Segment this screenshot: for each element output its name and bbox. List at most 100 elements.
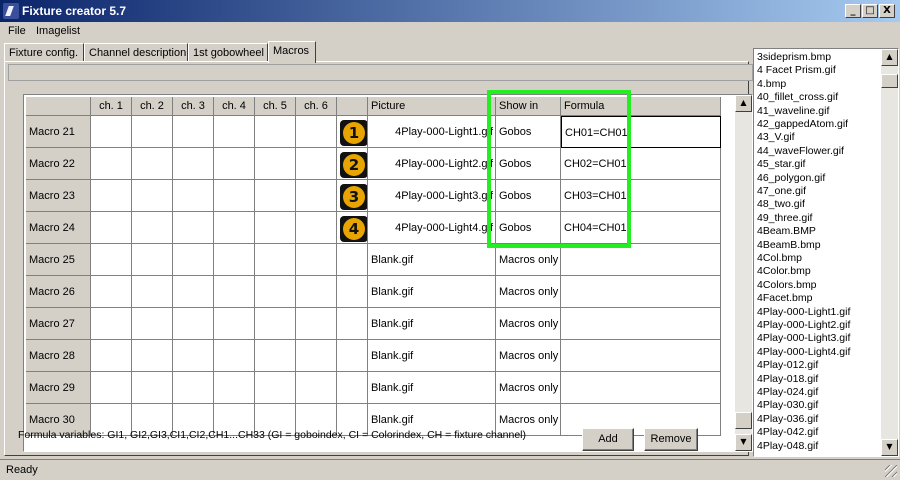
channel-cell[interactable] <box>214 308 255 340</box>
picture-cell[interactable]: 4Play-000-Light4.gif <box>368 212 496 244</box>
macro-badge-cell[interactable] <box>337 244 368 276</box>
add-button[interactable]: Add <box>582 428 634 451</box>
remove-button[interactable]: Remove <box>644 428 698 451</box>
show-in-cell[interactable]: Macros only <box>496 372 561 404</box>
show-in-cell[interactable]: Gobos <box>496 180 561 212</box>
grid-scrollbar[interactable]: ▲ ▼ <box>735 95 752 451</box>
channel-cell[interactable] <box>296 244 337 276</box>
imagelist-item[interactable]: 49_three.gif <box>757 212 812 225</box>
formula-cell[interactable]: CH04=CH01 <box>561 212 721 244</box>
channel-cell[interactable] <box>255 180 296 212</box>
channel-cell[interactable] <box>255 276 296 308</box>
list-scroll-up-button[interactable]: ▲ <box>881 49 898 66</box>
channel-cell[interactable] <box>214 340 255 372</box>
imagelist-item[interactable]: 45_star.gif <box>757 158 805 171</box>
picture-cell[interactable]: Blank.gif <box>368 340 496 372</box>
picture-cell[interactable]: Blank.gif <box>368 308 496 340</box>
imagelist-item[interactable]: 44_waveFlower.gif <box>757 145 844 158</box>
imagelist-item[interactable]: 4Play-000-Light3.gif <box>757 332 850 345</box>
resize-grip[interactable] <box>885 465 897 477</box>
show-in-cell[interactable]: Gobos <box>496 212 561 244</box>
scroll-down-button[interactable]: ▼ <box>735 434 752 451</box>
imagelist-item[interactable]: 4Play-012.gif <box>757 359 818 372</box>
imagelist-item[interactable]: 40_fillet_cross.gif <box>757 91 838 104</box>
channel-cell[interactable] <box>91 116 132 148</box>
channel-cell[interactable] <box>132 116 173 148</box>
channel-cell[interactable] <box>132 212 173 244</box>
imagelist-item[interactable]: 4Play-048.gif <box>757 440 818 453</box>
channel-cell[interactable] <box>91 340 132 372</box>
imagelist-item[interactable]: 4.bmp <box>757 78 786 91</box>
tab-1st-gobowheel[interactable]: 1st gobowheel <box>188 43 268 62</box>
channel-cell[interactable] <box>296 148 337 180</box>
channel-cell[interactable] <box>255 116 296 148</box>
imagelist-scrollbar[interactable]: ▲ ▼ <box>881 49 898 456</box>
channel-cell[interactable] <box>132 340 173 372</box>
scroll-thumb[interactable] <box>735 412 752 429</box>
imagelist-item[interactable]: 4 Facet Prism.gif <box>757 64 836 77</box>
macro-badge-cell[interactable] <box>337 340 368 372</box>
channel-cell[interactable] <box>173 180 214 212</box>
picture-cell[interactable]: Blank.gif <box>368 372 496 404</box>
imagelist-item[interactable]: 43_V.gif <box>757 131 795 144</box>
imagelist-listbox[interactable]: 3sideprism.bmp 4 Facet Prism.gif 4.bmp 40_f… <box>753 48 899 457</box>
channel-cell[interactable] <box>91 180 132 212</box>
channel-cell[interactable] <box>255 372 296 404</box>
imagelist-item[interactable]: 4Play-030.gif <box>757 399 818 412</box>
channel-cell[interactable] <box>91 308 132 340</box>
channel-cell[interactable] <box>296 340 337 372</box>
list-scroll-thumb[interactable] <box>881 74 898 88</box>
formula-cell[interactable] <box>561 276 721 308</box>
imagelist-item[interactable]: 4Color.bmp <box>757 265 811 278</box>
imagelist-item[interactable]: 41_waveline.gif <box>757 105 829 118</box>
channel-cell[interactable] <box>296 308 337 340</box>
channel-cell[interactable] <box>296 212 337 244</box>
channel-cell[interactable] <box>255 340 296 372</box>
show-in-cell[interactable]: Gobos <box>496 116 561 148</box>
channel-cell[interactable] <box>214 276 255 308</box>
channel-cell[interactable] <box>132 180 173 212</box>
channel-cell[interactable] <box>132 308 173 340</box>
macro-badge-cell[interactable]: 4 <box>337 212 368 244</box>
channel-cell[interactable] <box>132 244 173 276</box>
channel-cell[interactable] <box>214 372 255 404</box>
channel-cell[interactable] <box>296 180 337 212</box>
channel-cell[interactable] <box>214 148 255 180</box>
channel-cell[interactable] <box>91 372 132 404</box>
imagelist-item[interactable]: 4Col.bmp <box>757 252 802 265</box>
macro-badge-cell[interactable]: 1 <box>337 116 368 148</box>
show-in-cell[interactable]: Macros only <box>496 308 561 340</box>
channel-cell[interactable] <box>255 148 296 180</box>
close-button[interactable]: X <box>879 4 895 18</box>
formula-cell[interactable] <box>561 372 721 404</box>
channel-cell[interactable] <box>173 148 214 180</box>
show-in-cell[interactable]: Macros only <box>496 340 561 372</box>
formula-cell[interactable]: CH01=CH01 <box>561 116 721 148</box>
formula-cell[interactable]: CH03=CH01 <box>561 180 721 212</box>
channel-cell[interactable] <box>173 372 214 404</box>
channel-cell[interactable] <box>132 148 173 180</box>
channel-cell[interactable] <box>255 308 296 340</box>
show-in-cell[interactable]: Macros only <box>496 244 561 276</box>
formula-cell[interactable] <box>561 308 721 340</box>
channel-cell[interactable] <box>296 116 337 148</box>
channel-cell[interactable] <box>173 244 214 276</box>
picture-cell[interactable]: Blank.gif <box>368 244 496 276</box>
imagelist-item[interactable]: 4Play-000-Light2.gif <box>757 319 850 332</box>
imagelist-item[interactable]: 46_polygon.gif <box>757 172 825 185</box>
channel-cell[interactable] <box>214 244 255 276</box>
imagelist-item[interactable]: 4Play-000-Light1.gif <box>757 306 850 319</box>
formula-cell[interactable] <box>561 340 721 372</box>
formula-cell[interactable] <box>561 244 721 276</box>
imagelist-item[interactable]: 48_two.gif <box>757 198 805 211</box>
channel-cell[interactable] <box>214 212 255 244</box>
maximize-button[interactable]: □ <box>862 4 878 18</box>
picture-cell[interactable]: 4Play-000-Light2.gif <box>368 148 496 180</box>
menu-imagelist[interactable]: Imagelist <box>36 25 80 37</box>
picture-cell[interactable]: Blank.gif <box>368 276 496 308</box>
tab-macros[interactable]: Macros <box>268 41 316 63</box>
imagelist-item[interactable]: 4Colors.bmp <box>757 279 817 292</box>
imagelist-item[interactable]: 4BeamB.bmp <box>757 239 821 252</box>
channel-cell[interactable] <box>255 212 296 244</box>
menu-file[interactable]: File <box>8 25 26 37</box>
